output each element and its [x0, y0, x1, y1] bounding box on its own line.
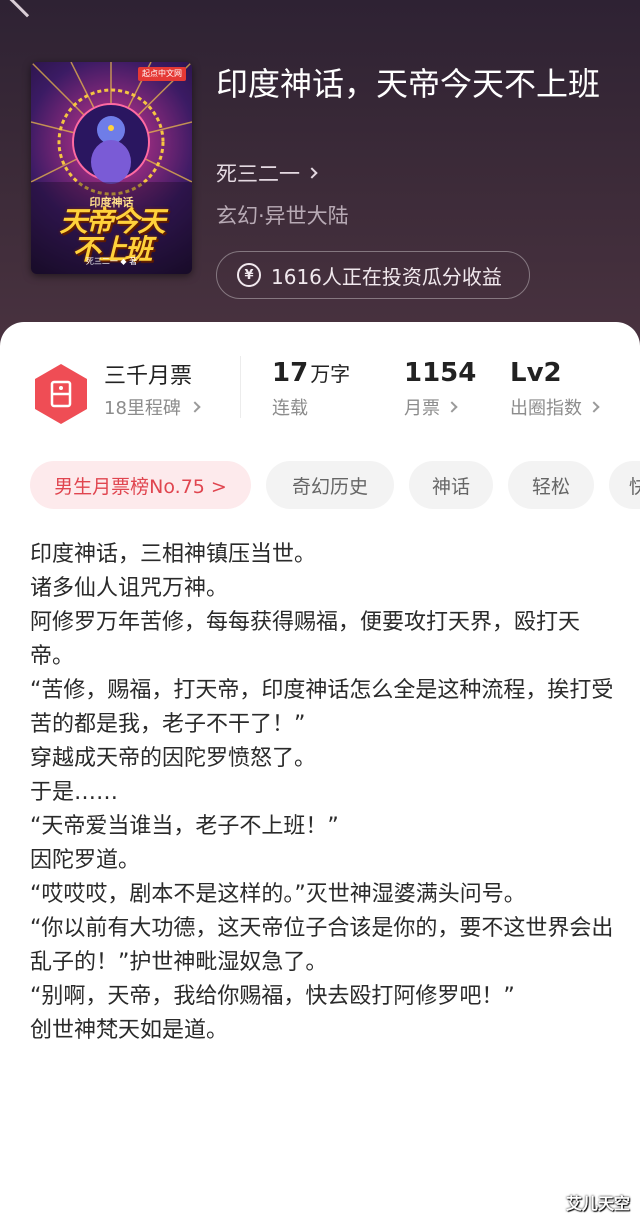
word-count-stat: 17 万字 连载 [272, 358, 350, 420]
synopsis-line: “你以前有大功德，这天帝位子合该是你的，要不这世界会出乱子的！”护世神毗湿奴急了… [30, 916, 614, 975]
tag-item[interactable]: 奇幻历史 [266, 461, 394, 509]
milestone-label: 18里程碑 [104, 398, 181, 419]
ticket-count-value: 1154 [404, 358, 477, 388]
popularity-stat[interactable]: Lv2 出圈指数 [510, 358, 600, 420]
genre-label: 玄幻·异世大陆 [216, 204, 349, 228]
monthly-ticket-icon [35, 364, 87, 424]
word-count-unit: 万字 [310, 362, 351, 386]
synopsis-line: 于是…… [30, 780, 119, 805]
synopsis-line: 诸多仙人诅咒万神。 [30, 576, 229, 601]
chevron-right-icon [588, 401, 600, 413]
watermark: 艾儿天空 [565, 1194, 630, 1213]
synopsis-line: “天帝爱当谁当，老子不上班！” [30, 814, 339, 839]
synopsis-line: “别啊，天帝，我给你赐福，快去殴打阿修罗吧！” [30, 984, 515, 1009]
ticket-count-label: 月票 [404, 398, 440, 419]
tag-item[interactable]: 神话 [409, 461, 493, 509]
milestone-link[interactable]: 18里程碑 [104, 394, 201, 420]
cover-author: 死三二一 ◆ 著 [85, 257, 138, 266]
word-count-value: 17 [272, 358, 309, 388]
rank-tag[interactable]: 男生月票榜No.75 > [30, 461, 251, 509]
tag-item[interactable]: 快 [609, 461, 640, 509]
tag-item[interactable]: 轻松 [508, 461, 594, 509]
yen-icon: ¥ [237, 263, 261, 287]
book-synopsis: 印度神话，三相神镇压当世。 诸多仙人诅咒万神。 阿修罗万年苦修，每每获得赐福，便… [30, 538, 620, 1048]
synopsis-line: 阿修罗万年苦修，每每获得赐福，便要攻打天界，殴打天帝。 [30, 610, 581, 669]
divider [240, 356, 241, 418]
synopsis-line: “哎哎哎，剧本不是这样的。”灭世神湿婆满头问号。 [30, 882, 526, 907]
synopsis-line: 创世神梵天如是道。 [30, 1018, 229, 1043]
monthly-ticket-title[interactable]: 三千月票 [104, 358, 192, 390]
publisher-badge: 起点中文网 [138, 67, 186, 81]
ticket-count-stat[interactable]: 1154 月票 [404, 358, 476, 420]
synopsis-line: 穿越成天帝的因陀罗愤怒了。 [30, 746, 317, 771]
serial-status-label: 连载 [272, 398, 308, 419]
author-link[interactable]: 死三二一 [216, 158, 318, 188]
invest-button[interactable]: ¥ 1616人正在投资瓜分收益 [216, 251, 530, 299]
chevron-right-icon [446, 401, 458, 413]
synopsis-line: 因陀罗道。 [30, 848, 141, 873]
popularity-level: Lv2 [510, 358, 562, 388]
back-arrow-icon[interactable] [8, 0, 46, 18]
author-name: 死三二一 [216, 162, 300, 186]
popularity-label: 出圈指数 [510, 398, 582, 419]
invest-label: 1616人正在投资瓜分收益 [271, 264, 502, 289]
book-title: 印度神话，天帝今天不上班 [216, 65, 601, 103]
tag-list: 男生月票榜No.75 > 奇幻历史 神话 轻松 快 [30, 461, 640, 509]
synopsis-line: “苦修，赐福，打天帝，印度神话怎么全是这种流程，挨打受苦的都是我，老子不干了！” [30, 678, 614, 737]
chevron-right-icon [306, 167, 318, 179]
book-cover[interactable]: 起点中文网 印度神话 天帝今天 不上班 死三二一 ◆ 著 [31, 62, 192, 274]
chevron-right-icon [189, 401, 201, 413]
synopsis-line: 印度神话，三相神镇压当世。 [30, 542, 317, 567]
book-header: 起点中文网 印度神话 天帝今天 不上班 死三二一 ◆ 著 印度神话，天帝今天不上… [0, 0, 640, 360]
